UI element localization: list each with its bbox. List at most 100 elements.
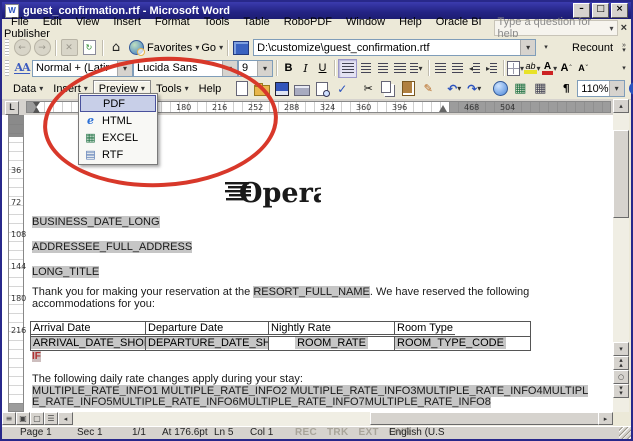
recount-button[interactable]: Recount — [571, 39, 614, 57]
select-browse-object-icon[interactable]: ○ — [613, 370, 629, 384]
styles-and-formatting-icon[interactable]: AA — [14, 62, 29, 74]
italic-button[interactable]: I — [297, 60, 314, 77]
table-value-cell[interactable]: ARRIVAL_DATE_SHORT — [31, 337, 146, 350]
go-button[interactable]: Go ▾ — [200, 39, 224, 57]
bold-button[interactable]: B — [280, 60, 297, 77]
spelling-icon[interactable]: ✓ — [337, 82, 347, 96]
vertical-scroll-thumb[interactable] — [613, 130, 629, 218]
print-icon[interactable] — [294, 85, 310, 96]
decrease-indent-button[interactable]: ◂ — [466, 60, 483, 77]
preview-menu-item[interactable]: ▦ EXCEL — [80, 129, 156, 146]
align-center-button[interactable] — [357, 60, 374, 77]
insert-table-icon[interactable]: ▦ — [534, 81, 546, 96]
bip-menu-button[interactable]: Help ▾ — [194, 81, 227, 97]
menu-item[interactable]: View — [69, 14, 107, 30]
status-mode-toggle[interactable]: TRK — [327, 427, 348, 438]
open-icon[interactable] — [254, 85, 270, 96]
status-mode-toggle[interactable]: REC — [295, 427, 317, 438]
scroll-up-icon[interactable]: ▴ — [613, 99, 629, 113]
font-size-combo[interactable]: 9 ▾ — [238, 60, 273, 77]
show-hide-pilcrow-icon[interactable]: ¶ — [563, 82, 570, 95]
chevron-down-icon[interactable]: ▾ — [610, 24, 614, 33]
help-question-box[interactable]: Type a question for help ▾ — [494, 20, 618, 36]
insert-excel-icon[interactable]: ▦ — [514, 81, 526, 96]
favorites-button[interactable]: Favorites ▾ — [146, 39, 200, 57]
line-spacing-button[interactable]: ▾ — [408, 60, 425, 77]
scroll-left-icon[interactable]: ◂ — [58, 412, 73, 425]
toolbar-options-icon[interactable]: ▾ — [540, 40, 552, 56]
address-combo[interactable]: D:\customize\guest_confirmation.rtf ▾ — [253, 39, 536, 56]
undo-button[interactable]: ↶▾ — [444, 80, 464, 98]
help-icon[interactable]: ? — [629, 82, 633, 95]
shrink-font-button[interactable]: Aˇ — [575, 60, 592, 77]
normal-view-icon[interactable]: ≡ — [2, 412, 16, 425]
border-button[interactable]: ▾ — [507, 60, 524, 77]
increase-indent-button[interactable]: ▸ — [483, 60, 500, 77]
table-value-cell[interactable]: ROOM_RATE — [269, 337, 395, 350]
font-color-button[interactable]: A▾ — [541, 60, 558, 77]
table-value-cell[interactable]: ROOM_TYPE_CODE — [395, 337, 506, 350]
justify-button[interactable] — [391, 60, 408, 77]
refresh-icon[interactable]: ↻ — [83, 40, 96, 55]
tab-selector[interactable]: L — [5, 101, 19, 115]
paste-icon[interactable] — [402, 81, 415, 96]
menu-item[interactable]: Table — [236, 14, 276, 30]
copy-icon[interactable] — [381, 81, 391, 93]
toolbar-options-icon[interactable]: ▾ — [618, 60, 630, 76]
preview-menu-item[interactable]: ▤ RTF — [80, 146, 156, 163]
vertical-ruler[interactable]: 3672108144180216 — [8, 115, 24, 412]
print-layout-view-icon[interactable]: ▢ — [30, 412, 44, 425]
close-button[interactable]: × — [611, 3, 628, 18]
menu-item[interactable]: RoboPDF — [277, 14, 339, 30]
stop-icon[interactable]: ✕ — [61, 39, 78, 56]
grow-font-button[interactable]: Aˆ — [558, 60, 575, 77]
taskpane-close-icon[interactable]: × — [621, 22, 627, 34]
bullets-button[interactable] — [449, 60, 466, 77]
menu-item[interactable]: Help — [392, 14, 429, 30]
status-mode-toggle[interactable]: EXT — [358, 427, 378, 438]
menu-item[interactable]: Window — [339, 14, 392, 30]
menu-item[interactable]: Insert — [106, 14, 148, 30]
preview-menu-item[interactable]: e HTML — [80, 112, 156, 129]
font-combo[interactable]: Lucida Sans ▾ — [133, 60, 238, 77]
vertical-scrollbar[interactable]: ▴ ▾ ▴▴ ○ ▾▾ — [613, 99, 629, 412]
previous-page-icon[interactable]: ▴▴ — [613, 356, 629, 370]
table-value-cell[interactable]: DEPARTURE_DATE_SHORT — [146, 337, 269, 350]
horizontal-scroll-thumb[interactable] — [370, 412, 602, 425]
resize-grip[interactable] — [619, 427, 631, 439]
address-dropdown-button[interactable]: ▾ — [520, 40, 535, 55]
print-preview-icon[interactable] — [316, 82, 328, 96]
align-right-button[interactable] — [374, 60, 391, 77]
field-addressee[interactable]: ADDRESSEE_FULL_ADDRESS — [32, 241, 192, 253]
next-page-icon[interactable]: ▾▾ — [613, 384, 629, 398]
highlight-button[interactable]: ab▾ — [524, 60, 541, 77]
field-business-date[interactable]: BUSINESS_DATE_LONG — [32, 216, 160, 228]
toolbar-options-icon[interactable]: »▾ — [618, 40, 630, 56]
new-document-icon[interactable] — [236, 81, 248, 96]
show-web-toolbar-icon[interactable] — [233, 41, 249, 55]
field-rates-line2[interactable]: E_RATE_INFO5MULTIPLE_RATE_INFO6MULTIPLE_… — [32, 396, 491, 408]
numbering-button[interactable] — [432, 60, 449, 77]
save-icon[interactable] — [275, 82, 289, 96]
toolbar-grip[interactable] — [5, 60, 9, 76]
forward-icon[interactable]: → — [34, 39, 51, 56]
outline-view-icon[interactable]: ☰ — [44, 412, 58, 425]
format-painter-icon[interactable]: ✎ — [424, 82, 433, 95]
back-icon[interactable]: ← — [14, 39, 31, 56]
field-long-title[interactable]: LONG_TITLE — [32, 266, 99, 278]
field-if[interactable]: IF — [32, 350, 41, 363]
redo-button[interactable]: ↷▾ — [464, 80, 484, 98]
home-icon[interactable]: ⌂ — [112, 40, 120, 55]
web-layout-view-icon[interactable]: ▣ — [16, 412, 30, 425]
menu-item[interactable]: Format — [148, 14, 197, 30]
scroll-right-icon[interactable]: ▸ — [598, 412, 613, 425]
preview-menu-item[interactable]: PDF — [80, 95, 156, 112]
menu-item[interactable]: Tools — [197, 14, 237, 30]
right-indent-marker[interactable] — [439, 105, 447, 112]
toolbar-grip[interactable] — [5, 39, 9, 56]
cut-icon[interactable]: ✂ — [364, 82, 373, 95]
scroll-down-icon[interactable]: ▾ — [613, 342, 629, 356]
insert-hyperlink-icon[interactable] — [493, 81, 508, 96]
align-left-button[interactable] — [338, 59, 357, 78]
style-combo[interactable]: Normal + (Latir ▾ — [32, 60, 133, 77]
